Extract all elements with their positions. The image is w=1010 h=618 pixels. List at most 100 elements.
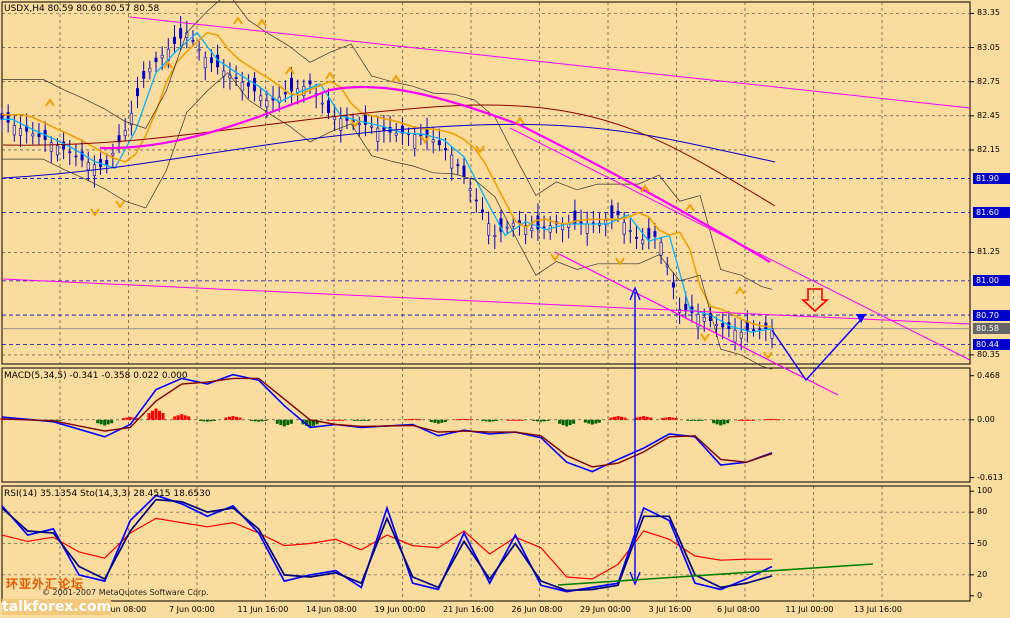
price-chart-canvas[interactable]: [0, 0, 1010, 618]
candle-body: [647, 228, 651, 239]
series-layer: [0, 0, 781, 593]
candle-body: [733, 330, 737, 343]
macd-hist-bar: [513, 419, 517, 421]
macd-hist-bar: [495, 419, 499, 421]
macd-hist-bar: [767, 419, 770, 421]
macd-hist-bar: [250, 419, 254, 421]
macd-hist-bar: [205, 419, 209, 422]
candle-body: [437, 140, 441, 146]
macd-hist-bar: [536, 419, 539, 422]
macd-hist-bar: [154, 408, 158, 420]
candle-body: [376, 127, 380, 142]
rsi-tick-label: 50: [977, 538, 988, 548]
macd-hist-bar: [693, 419, 697, 421]
macd-hist-bar: [352, 419, 356, 421]
fractal-down-icon: [615, 257, 625, 266]
candle-body: [86, 162, 90, 171]
macd-hist-bar: [558, 419, 562, 424]
time-label: 7 Jun 00:00: [169, 605, 215, 614]
macd-hist-bar: [125, 417, 129, 420]
macd-hist-bar: [183, 415, 187, 420]
macd-hist-bar: [180, 414, 184, 420]
candle-body: [18, 128, 22, 136]
macd-hist-bar: [763, 419, 767, 421]
macd-hist-bar: [103, 419, 107, 426]
time-label: 13 Jul 16:00: [854, 605, 902, 614]
candle-body: [370, 125, 374, 128]
macd-hist-bar: [722, 419, 726, 425]
fractal-up-icon: [285, 66, 295, 75]
candle-body: [752, 329, 756, 331]
macd-hist-bar: [520, 419, 524, 421]
candle-body: [234, 77, 238, 80]
candle-body: [634, 236, 638, 239]
candle-body: [142, 71, 146, 79]
macd-hist-bar: [334, 419, 338, 421]
candle-body: [12, 125, 16, 136]
fractal-down-icon: [420, 135, 430, 144]
forecast-path: [771, 313, 867, 382]
macd-hist-bar: [224, 417, 228, 420]
macd-hist-bar: [590, 419, 594, 425]
candle-body: [671, 282, 675, 288]
macd-hist-bar: [286, 419, 290, 426]
time-label: 26 Jun 08:00: [511, 605, 563, 614]
candle-body: [653, 231, 657, 237]
fractal-up-icon: [257, 18, 267, 27]
price-level-box: 81.60: [973, 207, 1010, 219]
macd-hist-bar: [712, 419, 716, 424]
macd-hist-bar: [715, 419, 719, 425]
price-panel-header: USDX,H4 80.59 80.60 80.57 80.58: [4, 4, 160, 14]
candle-body: [49, 142, 53, 152]
macd-tick-label: 0.468: [977, 370, 1000, 380]
candle-body: [505, 226, 509, 229]
macd-hist-bar: [253, 419, 257, 422]
candle-body: [431, 139, 435, 143]
candle-body: [382, 127, 386, 131]
macd-hist-bar: [341, 419, 345, 421]
candle-body: [530, 227, 534, 231]
macd-hist-bar: [690, 419, 693, 421]
macd-hist-bar: [620, 416, 623, 420]
fractal-up-icon: [45, 98, 55, 107]
candle-body: [259, 95, 263, 102]
rsi-panel-header: RSI(14) 35.1354 Sto(14,3,3) 28.4515 18.6…: [4, 489, 211, 499]
price-tick-label: 82.45: [977, 110, 1000, 120]
candle-body: [105, 160, 109, 165]
macd-hist-bar: [506, 419, 510, 421]
candle-body: [610, 205, 614, 218]
rsi-tick-label: 100: [977, 486, 993, 496]
candle-body: [160, 54, 164, 59]
candle-body: [320, 102, 324, 105]
macd-hist-bar: [202, 419, 206, 422]
candle-body: [283, 92, 287, 95]
macd-hist-bar: [198, 419, 202, 421]
candle-body: [462, 165, 466, 178]
macd-hist-bar: [616, 416, 620, 420]
macd-hist-bar: [469, 419, 473, 421]
candle-body: [172, 36, 176, 44]
macd-hist-bar: [257, 419, 261, 422]
time-label: 3 Jul 16:00: [648, 605, 692, 614]
candle-body: [456, 164, 460, 166]
fractal-down-icon: [763, 351, 773, 360]
macd-hist-bar: [289, 419, 293, 424]
time-label: 11 Jul 00:00: [785, 605, 834, 614]
macd-hist-bar: [645, 416, 649, 420]
macd-hist-bar: [488, 419, 492, 422]
candle-body: [111, 152, 115, 156]
candle-body: [659, 242, 663, 256]
macd-hist-bar: [737, 419, 741, 421]
macd-hist-bar: [429, 419, 433, 423]
price-tick-label: 82.15: [977, 144, 1000, 154]
macd-hist-bar: [671, 417, 675, 420]
macd-hist-bar: [443, 419, 447, 423]
candle-body: [444, 148, 448, 151]
macd-hist-bar: [561, 419, 565, 426]
macd-hist-bar: [260, 419, 264, 422]
macd-hist-bar: [228, 416, 231, 420]
macd-hist-bar: [235, 416, 238, 420]
rsi-tick-label: 0: [977, 590, 983, 600]
price-tick-label: 83.05: [977, 42, 1000, 52]
macd-hist-bar: [638, 416, 642, 420]
